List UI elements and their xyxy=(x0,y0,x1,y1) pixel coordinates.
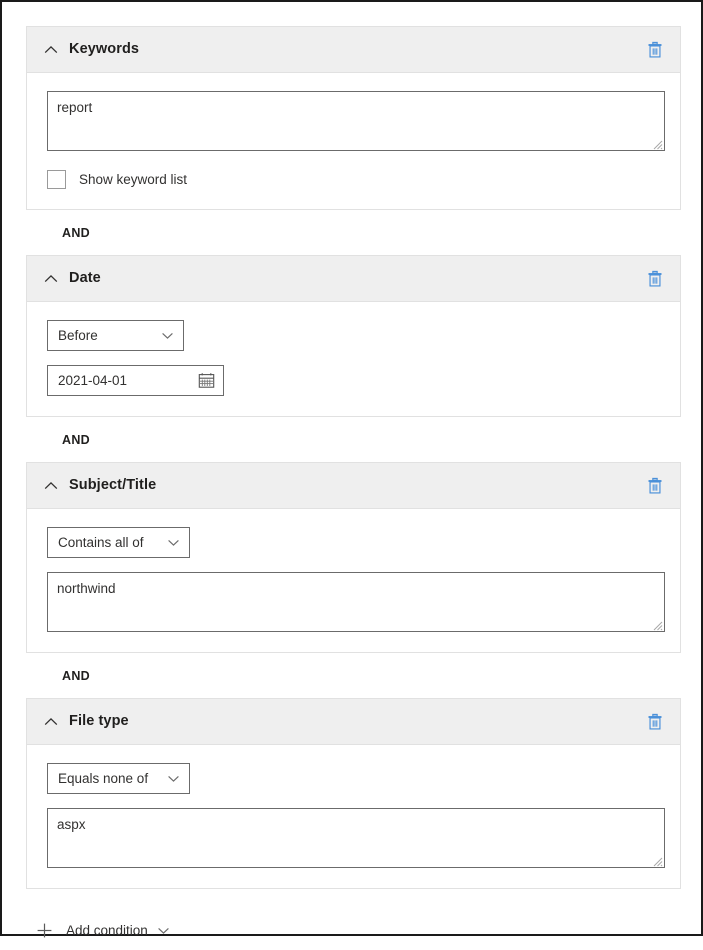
condition-card-file-type: File type Equals none of xyxy=(26,698,681,889)
chevron-down-icon xyxy=(161,329,174,342)
trash-icon[interactable] xyxy=(644,711,666,733)
condition-title: Subject/Title xyxy=(69,478,644,493)
condition-header-date[interactable]: Date xyxy=(27,256,680,302)
condition-header-file-type[interactable]: File type xyxy=(27,699,680,745)
chevron-up-icon[interactable] xyxy=(43,271,59,287)
condition-title: File type xyxy=(69,714,644,729)
connector-and-1: AND xyxy=(26,210,677,255)
connector-and-3: AND xyxy=(26,653,677,698)
condition-title: Date xyxy=(69,271,644,286)
subject-input[interactable] xyxy=(47,572,665,632)
connector-and-2: AND xyxy=(26,417,677,462)
condition-card-subject-title: Subject/Title Contains all of xyxy=(26,462,681,653)
condition-body-subject-title: Contains all of xyxy=(27,509,680,652)
show-keyword-list-label: Show keyword list xyxy=(79,172,187,187)
file-type-operator-dropdown[interactable]: Equals none of xyxy=(47,763,190,794)
subject-textarea-wrap xyxy=(47,572,665,632)
add-condition-label: Add condition xyxy=(66,923,148,938)
show-keyword-list-row[interactable]: Show keyword list xyxy=(47,170,664,189)
date-operator-value: Before xyxy=(58,328,98,343)
chevron-down-icon xyxy=(167,536,180,549)
trash-icon[interactable] xyxy=(644,268,666,290)
condition-body-keywords: Show keyword list xyxy=(27,73,680,209)
subject-operator-value: Contains all of xyxy=(58,535,144,550)
chevron-down-icon xyxy=(157,924,170,937)
condition-header-subject-title[interactable]: Subject/Title xyxy=(27,463,680,509)
show-keyword-list-checkbox[interactable] xyxy=(47,170,66,189)
chevron-up-icon[interactable] xyxy=(43,42,59,58)
keywords-input[interactable] xyxy=(47,91,665,151)
date-value-field[interactable]: 2021-04-01 xyxy=(47,365,224,396)
chevron-up-icon[interactable] xyxy=(43,714,59,730)
condition-title: Keywords xyxy=(69,42,644,57)
date-operator-dropdown[interactable]: Before xyxy=(47,320,184,351)
query-builder-panel: Keywords xyxy=(0,0,703,936)
condition-card-keywords: Keywords xyxy=(26,26,681,210)
chevron-down-icon xyxy=(167,772,180,785)
calendar-icon[interactable] xyxy=(198,372,215,389)
file-type-operator-value: Equals none of xyxy=(58,771,148,786)
chevron-up-icon[interactable] xyxy=(43,478,59,494)
condition-body-date: Before 2021-04-01 xyxy=(27,302,680,416)
subject-operator-dropdown[interactable]: Contains all of xyxy=(47,527,190,558)
condition-card-date: Date Before 2021-04-01 xyxy=(26,255,681,417)
date-value: 2021-04-01 xyxy=(58,373,127,388)
condition-body-file-type: Equals none of xyxy=(27,745,680,888)
keywords-textarea-wrap xyxy=(47,91,665,151)
add-condition-button[interactable]: Add condition xyxy=(26,910,216,950)
file-type-input[interactable] xyxy=(47,808,665,868)
trash-icon[interactable] xyxy=(644,39,666,61)
trash-icon[interactable] xyxy=(644,475,666,497)
file-type-textarea-wrap xyxy=(47,808,665,868)
condition-header-keywords[interactable]: Keywords xyxy=(27,27,680,73)
